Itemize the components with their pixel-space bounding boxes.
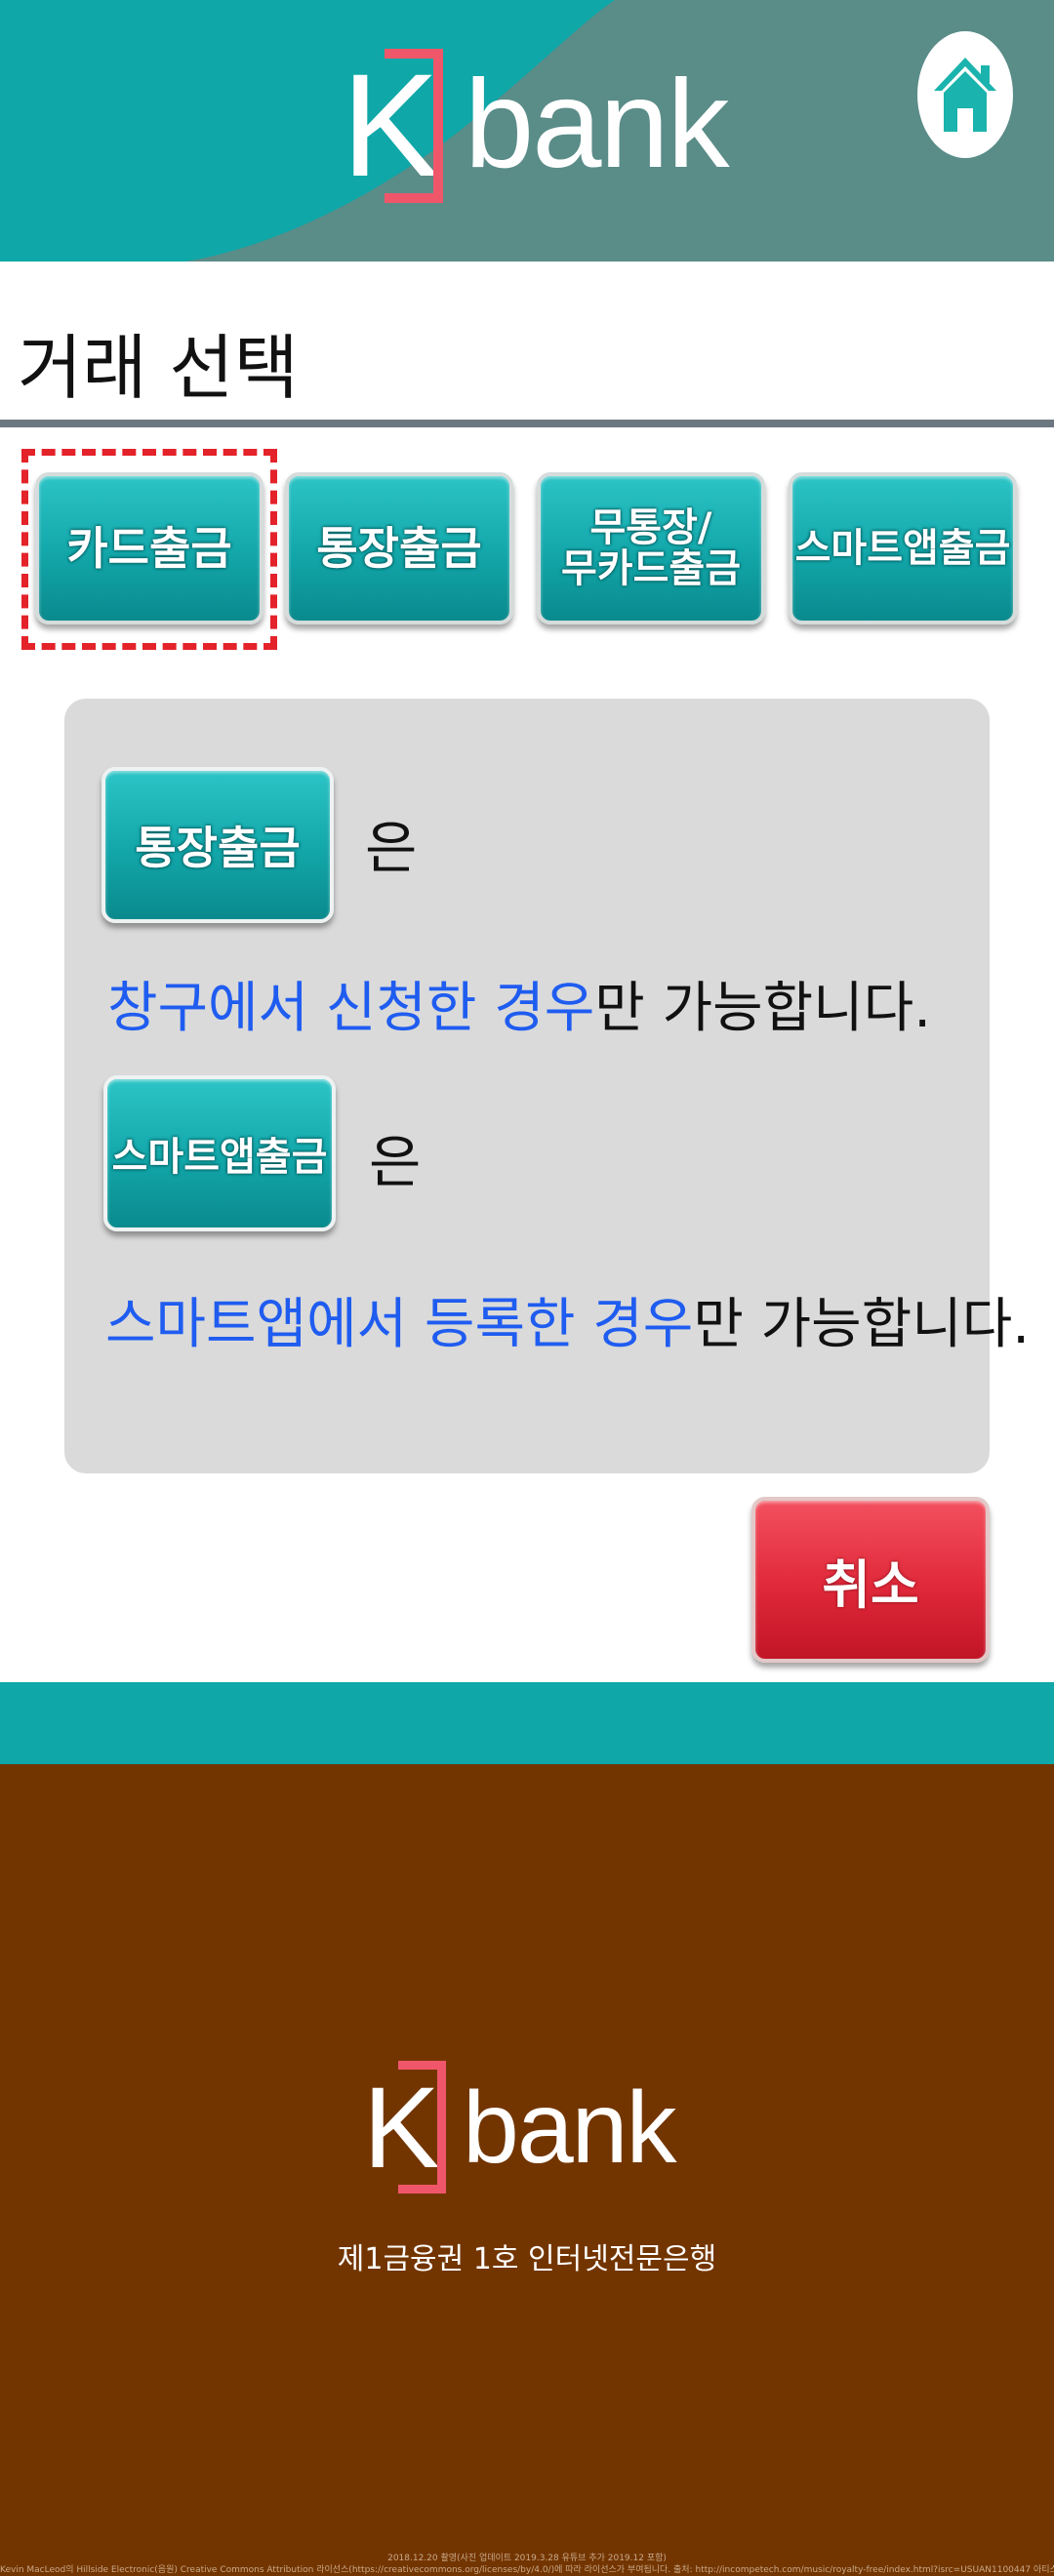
kbank-logo: K bank <box>342 43 730 207</box>
title-divider <box>0 420 1054 427</box>
header-bar: K bank <box>0 0 1054 262</box>
card-withdrawal-button[interactable]: 카드출금 <box>35 472 264 624</box>
home-icon <box>934 58 996 132</box>
footer-logo-bank-word: bank <box>463 2072 677 2185</box>
home-button[interactable] <box>917 31 1013 158</box>
footer: K bank 제1금융권 1호 인터넷전문은행 2018.12.20 촬영(사진… <box>0 1764 1054 2576</box>
smartapp-particle: 은 <box>369 1129 422 1195</box>
smartapp-withdrawal-button[interactable]: 스마트앱출금 <box>789 472 1017 624</box>
footer-credit-line-2: Kevin MacLeod의 Hillside Electronic(음원) C… <box>0 2565 1054 2575</box>
logo-bracket <box>385 49 443 203</box>
teal-divider-band <box>0 1682 1054 1764</box>
passbook-withdrawal-button[interactable]: 통장출금 <box>285 472 513 624</box>
passbook-withdrawal-example-button: 통장출금 <box>101 767 334 923</box>
smartapp-note-highlight: 스마트앱에서 등록한 경우 <box>105 1293 694 1356</box>
cancel-button[interactable]: 취소 <box>751 1497 990 1663</box>
logo-bank-word: bank <box>465 55 730 194</box>
smartapp-withdrawal-example-button: 스마트앱출금 <box>103 1075 336 1231</box>
page-title: 거래 선택 <box>18 327 299 409</box>
passbook-note-rest: 만 가능합니다. <box>594 977 932 1040</box>
passbook-note: 창구에서 신청한 경우만 가능합니다. <box>107 964 931 1043</box>
passbook-particle: 은 <box>365 815 418 881</box>
info-panel: 통장출금 은 창구에서 신청한 경우만 가능합니다. 스마트앱출금 은 스마트앱… <box>64 699 1030 1473</box>
no-passbook-no-card-withdrawal-button[interactable]: 무통장/ 무카드출금 <box>537 472 765 624</box>
footer-tagline: 제1금융권 1호 인터넷전문은행 <box>337 2242 717 2276</box>
footer-kbank-logo: K bank <box>363 2057 677 2199</box>
smartapp-note: 스마트앱에서 등록한 경우만 가능합니다. <box>105 1280 1030 1359</box>
footer-logo-bracket <box>398 2061 446 2194</box>
passbook-note-highlight: 창구에서 신청한 경우 <box>107 977 595 1040</box>
smartapp-note-rest: 만 가능합니다. <box>693 1293 1031 1356</box>
